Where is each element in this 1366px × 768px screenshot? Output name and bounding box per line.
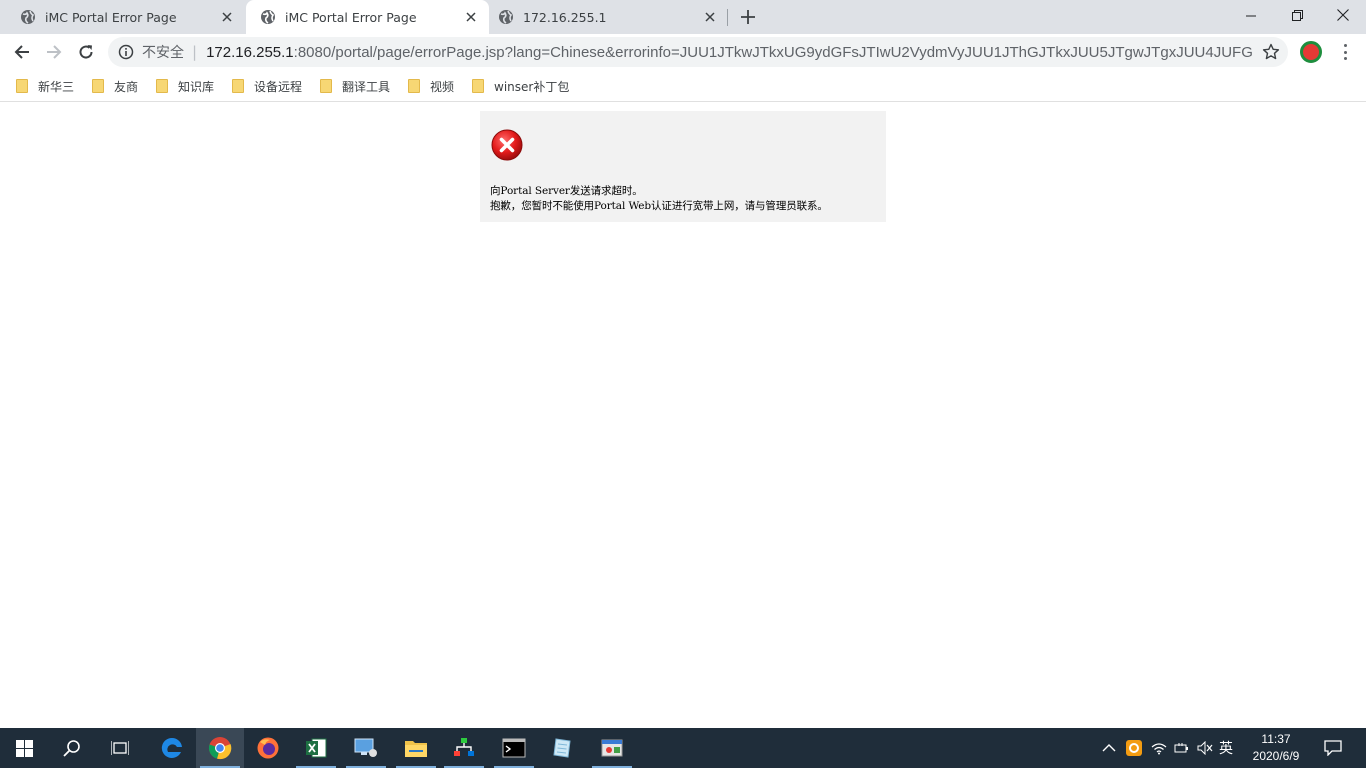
- error-message-detail: 抱歉，您暂时不能使用Portal Web认证进行宽带上网，请与管理员联系。: [490, 200, 828, 212]
- tab-title: iMC Portal Error Page: [285, 9, 417, 25]
- tab-separator: [727, 9, 728, 26]
- edge-app[interactable]: [148, 728, 196, 768]
- bookmarks-bar: 新华三 友商 知识库 设备远程 翻译工具 视频 winser补丁包: [0, 70, 1366, 102]
- file-explorer-app[interactable]: [392, 728, 440, 768]
- clock-time: 11:37: [1261, 732, 1291, 746]
- page-content: 向Portal Server发送请求超时。 抱歉，您暂时不能使用Portal W…: [0, 103, 1366, 728]
- bookmark-folder[interactable]: 设备远程: [232, 77, 302, 95]
- minimize-button[interactable]: [1228, 0, 1274, 30]
- close-tab-icon[interactable]: [702, 9, 718, 25]
- profile-avatar[interactable]: [1300, 41, 1322, 63]
- info-icon[interactable]: [118, 44, 134, 60]
- wifi-icon[interactable]: [1151, 728, 1167, 768]
- notification-icon: [1324, 740, 1342, 756]
- folder-icon: [408, 79, 420, 93]
- tab-imc-error-2[interactable]: iMC Portal Error Page: [246, 0, 489, 34]
- excel-icon: [306, 738, 327, 758]
- globe-icon: [20, 9, 36, 25]
- folder-icon: [16, 79, 28, 93]
- bookmark-folder[interactable]: 新华三: [16, 77, 74, 95]
- address-divider: |: [192, 43, 198, 61]
- tray-app-icon[interactable]: [1126, 728, 1142, 768]
- tab-title: iMC Portal Error Page: [45, 9, 177, 25]
- globe-icon: [498, 9, 514, 25]
- task-view-button[interactable]: [96, 728, 144, 768]
- folder-icon: [92, 79, 104, 93]
- bookmark-folder[interactable]: 友商: [92, 77, 138, 95]
- system-clock[interactable]: 11:37 2020/6/9: [1238, 731, 1314, 765]
- security-label[interactable]: 不安全: [142, 42, 184, 62]
- reload-button[interactable]: [72, 38, 100, 66]
- file-explorer-icon: [405, 741, 427, 757]
- error-icon: [491, 129, 523, 161]
- terminal-icon: [502, 738, 526, 758]
- tab-ip-address[interactable]: 172.16.255.1: [490, 0, 728, 34]
- tab-imc-error-1[interactable]: iMC Portal Error Page: [0, 0, 245, 34]
- notifications-button[interactable]: [1324, 728, 1342, 768]
- volume-muted-icon[interactable]: [1197, 728, 1213, 768]
- show-hidden-icons-button[interactable]: [1102, 728, 1116, 768]
- globe-icon: [260, 9, 276, 25]
- clock-date: 2020/6/9: [1252, 749, 1300, 763]
- windows-taskbar: 英 11:37 2020/6/9: [0, 728, 1366, 768]
- bookmark-label: 知识库: [178, 79, 215, 94]
- chevron-up-icon: [1102, 744, 1116, 752]
- tab-strip: iMC Portal Error Page iMC Portal Error P…: [0, 0, 1366, 34]
- bookmark-label: 新华三: [38, 79, 75, 94]
- bookmark-folder[interactable]: 视频: [408, 77, 454, 95]
- firefox-app[interactable]: [244, 728, 292, 768]
- remote-desktop-app[interactable]: [342, 728, 390, 768]
- search-icon: [63, 740, 80, 757]
- search-button[interactable]: [48, 728, 96, 768]
- error-panel: 向Portal Server发送请求超时。 抱歉，您暂时不能使用Portal W…: [480, 111, 886, 222]
- bookmark-label: 设备远程: [254, 79, 303, 94]
- network-tool-app[interactable]: [440, 728, 488, 768]
- bookmark-folder[interactable]: winser补丁包: [472, 77, 569, 95]
- edge-icon: [161, 737, 182, 758]
- back-button[interactable]: [8, 38, 36, 66]
- chrome-icon: [208, 737, 232, 760]
- bookmark-folder[interactable]: 知识库: [156, 77, 214, 95]
- url-host: 172.16.255.1: [206, 43, 294, 61]
- excel-app[interactable]: [292, 728, 340, 768]
- folder-icon: [472, 79, 484, 93]
- bookmark-label: winser补丁包: [494, 79, 570, 94]
- bookmark-star-icon[interactable]: [1262, 43, 1280, 61]
- control-panel-app[interactable]: [588, 728, 636, 768]
- folder-icon: [156, 79, 168, 93]
- folder-icon: [232, 79, 244, 93]
- bookmark-folder[interactable]: 翻译工具: [320, 77, 390, 95]
- control-panel-icon: [601, 739, 623, 757]
- folder-icon: [320, 79, 332, 93]
- close-tab-icon[interactable]: [219, 9, 235, 25]
- close-window-button[interactable]: [1320, 0, 1366, 30]
- start-icon: [15, 739, 33, 757]
- terminal-app[interactable]: [490, 728, 538, 768]
- start-button[interactable]: [0, 728, 48, 768]
- notepad-icon: [553, 738, 571, 758]
- remote-desktop-icon: [354, 738, 377, 757]
- browser-menu-icon[interactable]: [1337, 42, 1353, 62]
- forward-button[interactable]: [40, 38, 68, 66]
- error-message-title: 向Portal Server发送请求超时。: [490, 185, 643, 197]
- notepad-app[interactable]: [538, 728, 586, 768]
- task-view-icon: [111, 741, 129, 755]
- firefox-icon: [257, 737, 279, 759]
- new-tab-button[interactable]: [737, 6, 759, 28]
- browser-toolbar: 不安全 | 172.16.255.1:8080/portal/page/erro…: [0, 34, 1366, 70]
- close-tab-icon[interactable]: [463, 9, 479, 25]
- address-bar[interactable]: 不安全 | 172.16.255.1:8080/portal/page/erro…: [108, 37, 1288, 67]
- restore-button[interactable]: [1274, 0, 1320, 30]
- bookmark-label: 视频: [430, 79, 455, 94]
- network-tool-icon: [454, 738, 474, 756]
- url-text[interactable]: 172.16.255.1:8080/portal/page/errorPage.…: [206, 44, 1252, 61]
- battery-icon[interactable]: [1174, 728, 1190, 768]
- bookmark-label: 友商: [114, 79, 139, 94]
- tab-title: 172.16.255.1: [523, 9, 607, 25]
- input-method-indicator[interactable]: 英: [1219, 738, 1233, 758]
- url-path: :8080/portal/page/errorPage.jsp?lang=Chi…: [293, 43, 1253, 61]
- chrome-app[interactable]: [196, 728, 244, 768]
- bookmark-label: 翻译工具: [342, 79, 391, 94]
